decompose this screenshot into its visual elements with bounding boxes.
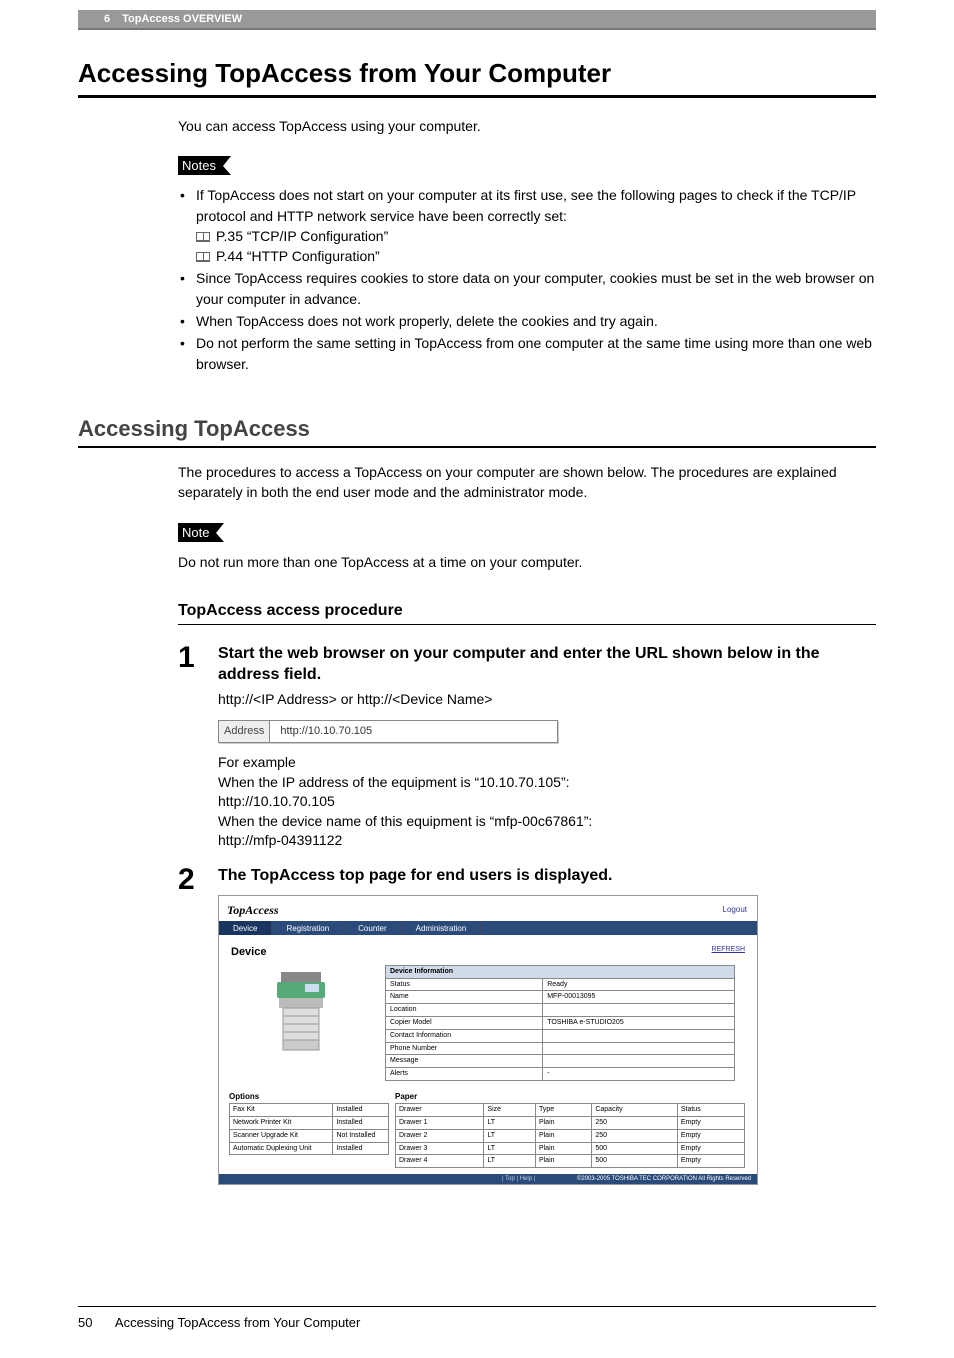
note-ref: P.44 “HTTP Configuration” [216,248,380,264]
chapter-title: TopAccess OVERVIEW [122,13,242,25]
note-text: If TopAccess does not start on your comp… [196,187,856,223]
table-row: Drawer 3LTPlain500Empty [396,1142,745,1155]
table-row: Copier ModelTOSHIBA e-STUDIO205 [386,1016,735,1029]
single-note: Do not run more than one TopAccess at a … [178,552,876,572]
table-row: Phone Number [386,1042,735,1055]
address-value: http://10.10.70.105 [270,721,382,742]
note-label: Note [178,523,216,542]
example-url: http://10.10.70.105 [218,792,876,812]
table-row: Network Printer KitInstalled [230,1116,389,1129]
shot-footer-copy: ©2003-2005 TOSHIBA TEC CORPORATION All R… [577,1176,751,1182]
shot-tab: Counter [344,921,401,935]
options-label: Options [229,1091,389,1102]
info-header: Device Information [386,965,735,978]
shot-footer-links: | Top | Help | [502,1176,535,1182]
book-icon [196,252,210,262]
page-title: Accessing TopAccess from Your Computer [78,58,876,89]
step: 2 The TopAccess top page for end users i… [178,865,876,1185]
note-item: If TopAccess does not start on your comp… [178,185,876,266]
shot-footer: | Top | Help | ©2003-2005 TOSHIBA TEC CO… [219,1174,757,1184]
table-row: Drawer 1LTPlain250Empty [396,1116,745,1129]
h2-rule [78,446,876,448]
example-label: For example [218,753,876,773]
h3-rule [178,624,876,625]
note-item: Do not perform the same setting in TopAc… [178,333,876,374]
shot-logo: TopAccess [219,896,757,922]
step-number: 2 [178,865,218,1185]
shot-tab: Registration [272,921,344,935]
page-footer: 50 Accessing TopAccess from Your Compute… [78,1306,876,1330]
step-body: Start the web browser on your computer a… [218,643,876,851]
table-row: Location [386,1004,735,1017]
table-row: DrawerSizeTypeCapacityStatus [396,1104,745,1117]
address-label: Address [219,721,270,742]
h1-rule [78,95,876,98]
step-number: 1 [178,643,218,851]
paper-table: DrawerSizeTypeCapacityStatus Drawer 1LTP… [395,1103,745,1168]
paper-label: Paper [395,1091,745,1102]
shot-tabs: Device Registration Counter Administrati… [219,921,757,935]
section-heading: Accessing TopAccess [78,416,876,442]
page-header: 6 TopAccess OVERVIEW [78,10,876,30]
step-line: http://<IP Address> or http://<Device Na… [218,690,876,710]
address-bar: Address http://10.10.70.105 [218,720,558,743]
step-body: The TopAccess top page for end users is … [218,865,758,1185]
example-url: http://mfp-04391122 [218,831,876,851]
note-item: When TopAccess does not work properly, d… [178,311,876,331]
footer-title: Accessing TopAccess from Your Computer [115,1315,360,1330]
table-row: Alerts- [386,1068,735,1081]
shot-logout: Logout [723,904,747,915]
printer-image [229,965,379,1065]
table-row: Automatic Duplexing UnitInstalled [230,1142,389,1155]
table-row: Message [386,1055,735,1068]
notes-list: If TopAccess does not start on your comp… [178,185,876,374]
note-ref: P.35 “TCP/IP Configuration” [216,228,388,244]
table-row: StatusReady [386,978,735,991]
notes-label: Notes [178,156,223,175]
screenshot: TopAccess Logout Device Registration Cou… [218,895,758,1186]
step: 1 Start the web browser on your computer… [178,643,876,851]
section-paragraph: The procedures to access a TopAccess on … [178,462,876,503]
table-row: Drawer 2LTPlain250Empty [396,1129,745,1142]
table-row: Fax KitInstalled [230,1104,389,1117]
shot-device-title: Device [231,945,266,960]
intro-paragraph: You can access TopAccess using your comp… [178,116,876,136]
note-item: Since TopAccess requires cookies to stor… [178,268,876,309]
table-row: Contact Information [386,1029,735,1042]
shot-refresh: REFRESH [712,945,745,960]
step-title: The TopAccess top page for end users is … [218,865,758,887]
page-body: Accessing TopAccess from Your Computer Y… [0,30,954,1185]
table-row: Scanner Upgrade KitNot Installed [230,1129,389,1142]
printer-icon [269,970,339,1060]
book-icon [196,232,210,242]
procedure-heading: TopAccess access procedure [178,602,876,620]
chapter-number: 6 [104,13,110,25]
example-line: When the device name of this equipment i… [218,812,876,832]
table-row: Drawer 4LTPlain500Empty [396,1155,745,1168]
shot-tab: Device [219,921,272,935]
table-row: NameMFP-00013095 [386,991,735,1004]
options-table: Fax KitInstalled Network Printer KitInst… [229,1103,389,1155]
page-number: 50 [78,1315,112,1330]
shot-tab: Administration [402,921,482,935]
example-line: When the IP address of the equipment is … [218,773,876,793]
step-title: Start the web browser on your computer a… [218,643,876,686]
device-info-table: Device Information StatusReady NameMFP-0… [385,965,735,1081]
